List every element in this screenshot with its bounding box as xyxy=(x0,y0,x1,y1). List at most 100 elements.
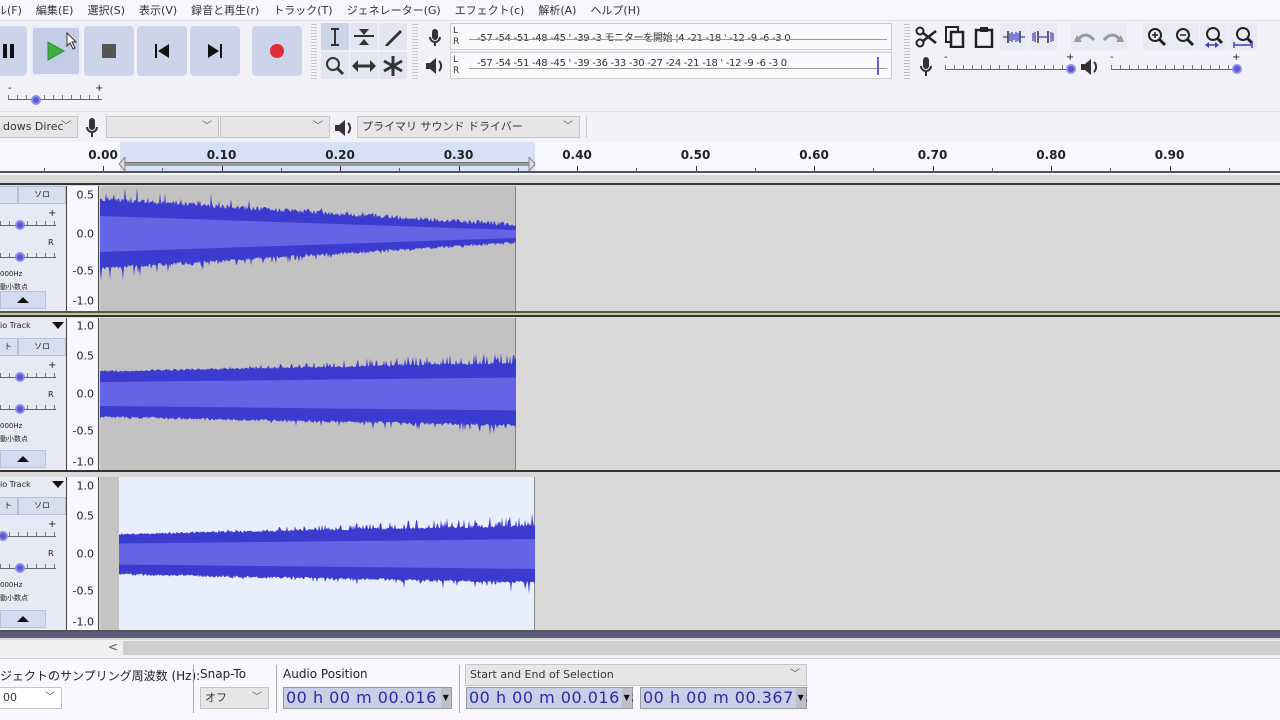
toolbar-grip[interactable] xyxy=(412,24,418,80)
record-volume-slider[interactable] xyxy=(1066,64,1076,74)
selection-start-field[interactable]: 00 h 00 m 00.016 s ▼ xyxy=(466,687,634,709)
snap-to-select[interactable]: オフ ﹀ xyxy=(200,687,269,709)
scrollbar-thumb[interactable] xyxy=(123,641,1280,655)
redo-button[interactable] xyxy=(1099,23,1127,50)
skip-to-start-button[interactable] xyxy=(137,26,187,76)
pause-button[interactable] xyxy=(0,26,27,76)
selection-end-field[interactable]: 00 h 00 m 00.367 s ▼ xyxy=(640,687,808,709)
solo-button[interactable]: ソロ xyxy=(18,186,66,204)
audio-clip[interactable] xyxy=(100,186,516,311)
record-meter[interactable]: L R -57 -54 -51 -48 -45 ' -39 -3 モニターを開始… xyxy=(450,23,892,50)
caret-down-icon[interactable]: ▼ xyxy=(796,688,806,708)
mute-button[interactable] xyxy=(0,186,18,204)
project-rate-select[interactable]: 00 ﹀ xyxy=(0,687,62,709)
vertical-ruler[interactable]: 1.0 0.5 0.0 -0.5 -1.0 xyxy=(67,477,99,630)
toolbar-grip[interactable] xyxy=(904,54,910,80)
vertical-ruler[interactable]: 1.0 0.5 0.0 -0.5 -1.0 xyxy=(67,318,99,470)
playback-volume-track[interactable] xyxy=(1111,69,1237,70)
record-meter-button[interactable] xyxy=(422,24,448,51)
selection-start-handle-icon[interactable] xyxy=(118,157,126,171)
menu-tracks[interactable]: トラック(T) xyxy=(273,2,332,18)
menu-select[interactable]: 選択(S) xyxy=(87,2,125,18)
selection-mode-select[interactable]: Start and End of Selection ﹀ xyxy=(465,664,807,686)
audio-clip[interactable] xyxy=(119,477,535,630)
vertical-ruler[interactable]: 0.5 0.0 -0.5 -1.0 xyxy=(67,186,99,311)
gain-slider-track[interactable] xyxy=(0,536,56,537)
play-meter-button[interactable] xyxy=(422,52,448,79)
play-speed-track[interactable] xyxy=(8,99,102,100)
multi-tool-button[interactable] xyxy=(379,52,407,79)
cut-button[interactable] xyxy=(912,23,940,50)
record-volume-track[interactable] xyxy=(945,69,1071,70)
gain-slider-track[interactable] xyxy=(0,377,56,378)
track-separator[interactable] xyxy=(0,183,1280,185)
track-separator[interactable] xyxy=(0,470,1280,472)
envelope-tool-button[interactable] xyxy=(350,23,378,50)
selection-range-bar[interactable] xyxy=(120,162,535,166)
menu-effect[interactable]: エフェクト(c) xyxy=(455,2,525,18)
audio-host-select[interactable]: dows Direc ﹀ xyxy=(0,116,78,138)
mute-button[interactable]: ト xyxy=(0,497,18,515)
menu-file[interactable]: ル(F) xyxy=(0,2,22,18)
pan-slider-track[interactable] xyxy=(0,257,56,258)
track-menu-dropdown-icon[interactable] xyxy=(52,322,64,329)
fit-project-button[interactable] xyxy=(1229,23,1257,50)
zoom-tool-button[interactable] xyxy=(321,52,349,79)
recording-device-select[interactable]: ﹀ xyxy=(106,116,219,138)
solo-button[interactable]: ソロ xyxy=(18,338,66,356)
pan-slider[interactable] xyxy=(15,563,25,573)
pan-slider-track[interactable] xyxy=(0,409,56,410)
menu-analyze[interactable]: 解析(A) xyxy=(538,2,576,18)
collapse-track-button[interactable] xyxy=(0,610,46,628)
track-name[interactable]: io Track xyxy=(0,480,31,489)
playback-volume-slider[interactable] xyxy=(1232,64,1242,74)
mute-button[interactable]: ト xyxy=(0,338,18,356)
zoom-in-button[interactable] xyxy=(1143,23,1171,50)
menu-edit[interactable]: 編集(E) xyxy=(36,2,74,18)
pan-slider-track[interactable] xyxy=(0,568,56,569)
paste-button[interactable] xyxy=(970,23,998,50)
audio-position-field[interactable]: 00 h 00 m 00.016 s ▼ xyxy=(283,687,452,709)
fit-selection-button[interactable] xyxy=(1200,23,1228,50)
time-shift-tool-button[interactable] xyxy=(350,52,378,79)
gain-slider[interactable] xyxy=(15,220,25,230)
track-name[interactable]: io Track xyxy=(0,321,31,330)
record-button[interactable] xyxy=(252,26,302,76)
silence-button[interactable] xyxy=(1029,23,1057,50)
timeline-tick xyxy=(814,166,815,171)
undo-button[interactable] xyxy=(1071,23,1099,50)
playback-device-select[interactable]: プライマリ サウンド ドライバー ﹀ xyxy=(357,116,580,138)
play-speed-slider[interactable] xyxy=(31,95,42,105)
menu-view[interactable]: 表示(V) xyxy=(139,2,177,18)
caret-down-icon[interactable]: ▼ xyxy=(441,688,451,708)
track-menu-dropdown-icon[interactable] xyxy=(52,481,64,488)
selection-end-handle-icon[interactable] xyxy=(528,157,536,171)
pan-slider[interactable] xyxy=(15,404,25,414)
menu-help[interactable]: ヘルプ(H) xyxy=(590,2,640,18)
timeline-ruler[interactable]: 0.00 0.10 0.20 0.30 0.40 0.50 0.60 0.70 0.80 0.90… xyxy=(0,142,1280,173)
draw-tool-button[interactable] xyxy=(379,23,407,50)
gain-slider[interactable] xyxy=(0,531,9,541)
menu-generate[interactable]: ジェネレーター(G) xyxy=(347,2,441,18)
menu-transport[interactable]: 録音と再生(r) xyxy=(191,2,259,18)
skip-to-end-button[interactable] xyxy=(190,26,240,76)
zoom-out-button[interactable] xyxy=(1171,23,1199,50)
horizontal-scrollbar[interactable]: < xyxy=(0,640,1280,656)
play-meter[interactable]: L R -57 -54 -51 -48 -45 ' -39 -36 -33 -3… xyxy=(450,52,892,79)
audio-clip[interactable] xyxy=(100,318,516,470)
gain-slider[interactable] xyxy=(15,372,25,382)
pan-slider[interactable] xyxy=(15,252,25,262)
gain-slider-track[interactable] xyxy=(0,225,56,226)
toolbar-grip[interactable] xyxy=(311,24,317,80)
scroll-left-arrow[interactable]: < xyxy=(108,640,118,654)
caret-down-icon[interactable]: ▼ xyxy=(622,688,632,708)
track-separator[interactable] xyxy=(0,315,1280,317)
collapse-track-button[interactable] xyxy=(0,291,46,309)
copy-button[interactable] xyxy=(941,23,969,50)
trim-button[interactable] xyxy=(1000,23,1028,50)
selection-tool-button[interactable] xyxy=(321,23,349,50)
solo-button[interactable]: ソロ xyxy=(18,497,66,515)
collapse-track-button[interactable] xyxy=(0,450,46,468)
stop-button[interactable] xyxy=(84,26,134,76)
recording-channels-select[interactable]: ﹀ xyxy=(220,116,330,138)
